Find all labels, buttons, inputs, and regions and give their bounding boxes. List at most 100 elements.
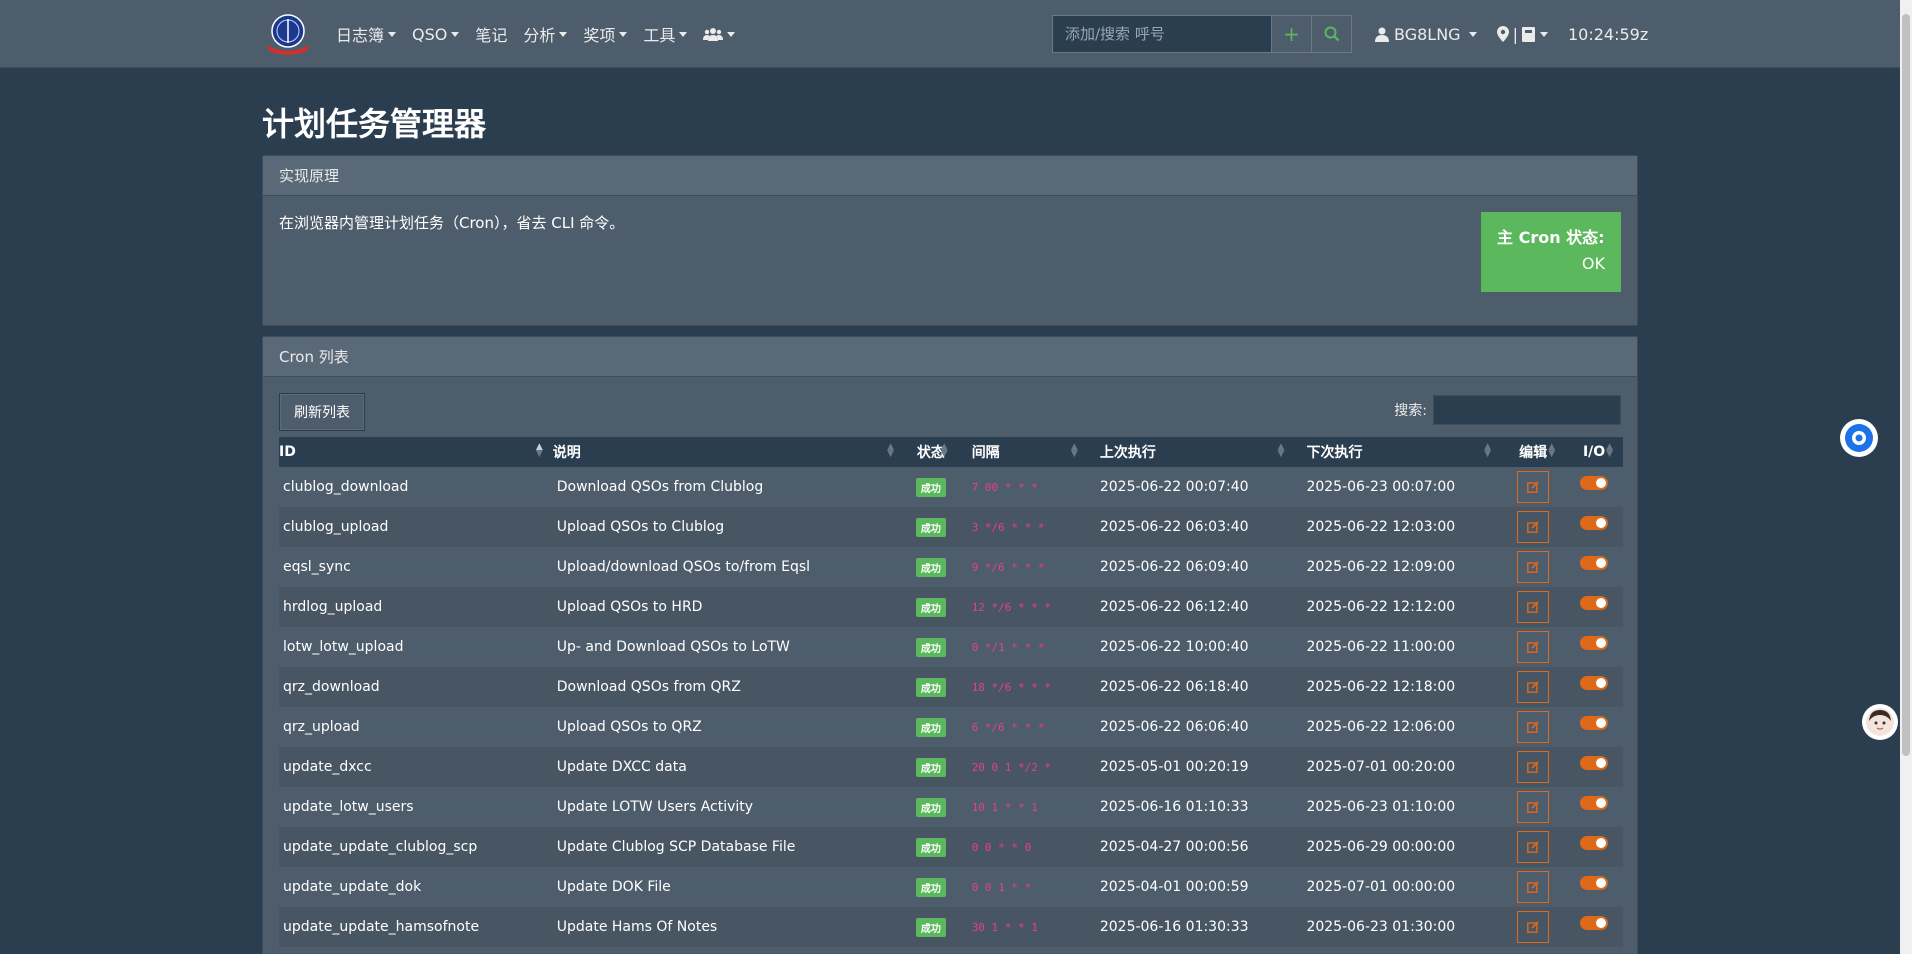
enable-toggle[interactable] [1580,556,1609,570]
table-row: update_update_hamsofnote Update Hams Of N… [279,907,1623,947]
edit-button[interactable] [1517,511,1550,543]
callsign-search: + [1052,15,1352,53]
enable-toggle[interactable] [1580,596,1609,610]
edit-button[interactable] [1517,711,1550,743]
edit-button[interactable] [1517,551,1550,583]
edit-button[interactable] [1517,591,1550,623]
community-menu[interactable] [703,27,736,41]
last-run: 2025-06-16 01:10:33 [1099,799,1249,815]
cron-id: eqsl_sync [283,559,351,575]
table-search-input[interactable] [1433,395,1621,425]
enable-toggle[interactable] [1580,876,1609,890]
next-run: 2025-07-01 00:20:00 [1306,759,1456,775]
enable-toggle[interactable] [1580,836,1609,850]
cron-expression: 9 */6 * * * [971,561,1045,574]
next-run: 2025-06-22 12:03:00 [1306,519,1456,535]
edit-icon [1527,561,1539,573]
edit-button[interactable] [1517,911,1550,943]
enable-toggle[interactable] [1580,756,1609,770]
edit-button[interactable] [1517,751,1550,783]
cron-description: Up- and Download QSOs to LoTW [556,639,790,655]
cron-description: Update DOK File [556,879,671,895]
enable-toggle[interactable] [1580,516,1609,530]
column-header-4[interactable]: 上次执行 ▲ ▼ [1087,437,1295,467]
column-header-label: 编辑 [1519,445,1548,461]
nav-item-0[interactable]: 日志簿 [336,22,397,46]
status-badge: 成功 [915,597,946,617]
cron-id: lotw_lotw_upload [283,639,404,655]
column-header-label: ID [279,444,296,460]
next-run: 2025-06-22 12:09:00 [1306,559,1456,575]
assistant-float-button[interactable] [1840,419,1878,457]
column-header-3[interactable]: 间隔 ▲ ▼ [957,437,1088,467]
sort-icon: ▲ ▼ [1484,442,1492,459]
edit-button[interactable] [1517,471,1550,503]
location-logbook-menu[interactable]: | [1496,24,1548,44]
table-row: qrz_upload Upload QSOs to QRZ 成功 6 */6 * * … [279,707,1623,747]
refresh-list-button[interactable]: 刷新列表 [279,393,365,431]
cron-expression: 3 */6 * * * [971,521,1045,534]
cron-expression: 7 00 * * * [971,481,1038,494]
page-scrollbar[interactable] [1900,0,1912,954]
user-icon [1375,27,1389,42]
edit-button[interactable] [1517,791,1550,823]
last-run: 2025-06-22 06:09:40 [1099,559,1249,575]
enable-toggle[interactable] [1580,796,1609,810]
last-run: 2025-06-22 06:06:40 [1099,719,1249,735]
cron-expression: 18 */6 * * * [971,681,1052,694]
callsign-search-input[interactable] [1053,16,1271,52]
column-header-6[interactable]: 编辑 ▲ ▼ [1501,437,1566,467]
nav-item-1[interactable]: QSO [412,25,460,44]
enable-toggle[interactable] [1580,636,1609,650]
edit-button[interactable] [1517,671,1550,703]
edit-icon [1527,521,1539,533]
column-header-2[interactable]: 状态 ▲ ▼ [903,437,958,467]
nav-item-label: 工具 [643,26,676,45]
sort-icon: ▲ ▼ [887,442,894,459]
cron-expression: 0 */1 * * * [971,641,1045,654]
enable-toggle[interactable] [1580,676,1609,690]
nav-item-3[interactable]: 分析 [523,22,568,46]
status-badge: 成功 [915,917,946,937]
column-header-label: I/O [1582,444,1606,460]
principle-card: 实现原理 在浏览器内管理计划任务（Cron），省去 CLI 命令。 主 Cron… [262,155,1638,326]
enable-toggle[interactable] [1580,716,1609,730]
column-header-5[interactable]: 下次执行 ▲ ▼ [1294,437,1502,467]
edit-button[interactable] [1517,871,1550,903]
column-header-0[interactable]: ID ▲ ▼ [279,437,553,467]
chevron-down-icon [1539,31,1548,37]
cron-expression: 30 1 * * 1 [971,921,1038,934]
edit-button[interactable] [1517,831,1550,863]
search-button[interactable] [1311,16,1351,52]
cron-expression: 12 */6 * * * [971,601,1052,614]
enable-toggle[interactable] [1580,916,1609,930]
cron-description: Upload QSOs to QRZ [556,719,702,735]
edit-button[interactable] [1517,631,1550,663]
nav-item-label: 奖项 [583,26,616,45]
scrollbar-thumb[interactable] [1902,14,1910,756]
add-button[interactable]: + [1271,16,1311,52]
avatar-float-button[interactable] [1862,704,1898,740]
users-icon [703,28,724,41]
table-row: clublog_upload Upload QSOs to Clublog 成功 3 … [279,507,1623,547]
page-title: 计划任务管理器 [262,105,487,143]
status-badge: 成功 [915,837,946,857]
status-badge: 成功 [915,637,946,657]
enable-toggle[interactable] [1580,476,1609,490]
logo[interactable] [262,13,314,55]
nav-item-2[interactable]: 笔记 [475,22,507,46]
separator: | [1512,24,1518,44]
column-header-1[interactable]: 说明 ▲ ▼ [552,437,904,467]
cron-id: update_update_dok [283,879,422,895]
last-run: 2025-06-22 06:03:40 [1099,519,1249,535]
nav-item-5[interactable]: 工具 [643,22,688,46]
edit-icon [1527,761,1539,773]
navbar: 日志簿 QSO 笔记分析 奖项 工具 + BG8LNG [0,0,1912,68]
chat-bubble-icon [1845,424,1873,452]
table-row: hrdlog_upload Upload QSOs to HRD 成功 12 */6 … [279,587,1623,627]
column-header-7[interactable]: I/O ▲ ▼ [1565,437,1623,467]
user-menu[interactable]: BG8LNG [1375,25,1477,44]
cron-list-card: Cron 列表 刷新列表 搜索: ID ▲ ▼ 说明 ▲ ▼ 状态 ▲ ▼ 间隔 ▲ ▼ 上次执行 ▲ ▼ 下… [262,336,1638,954]
nav-item-4[interactable]: 奖项 [583,22,628,46]
next-run: 2025-07-01 00:00:00 [1306,879,1456,895]
